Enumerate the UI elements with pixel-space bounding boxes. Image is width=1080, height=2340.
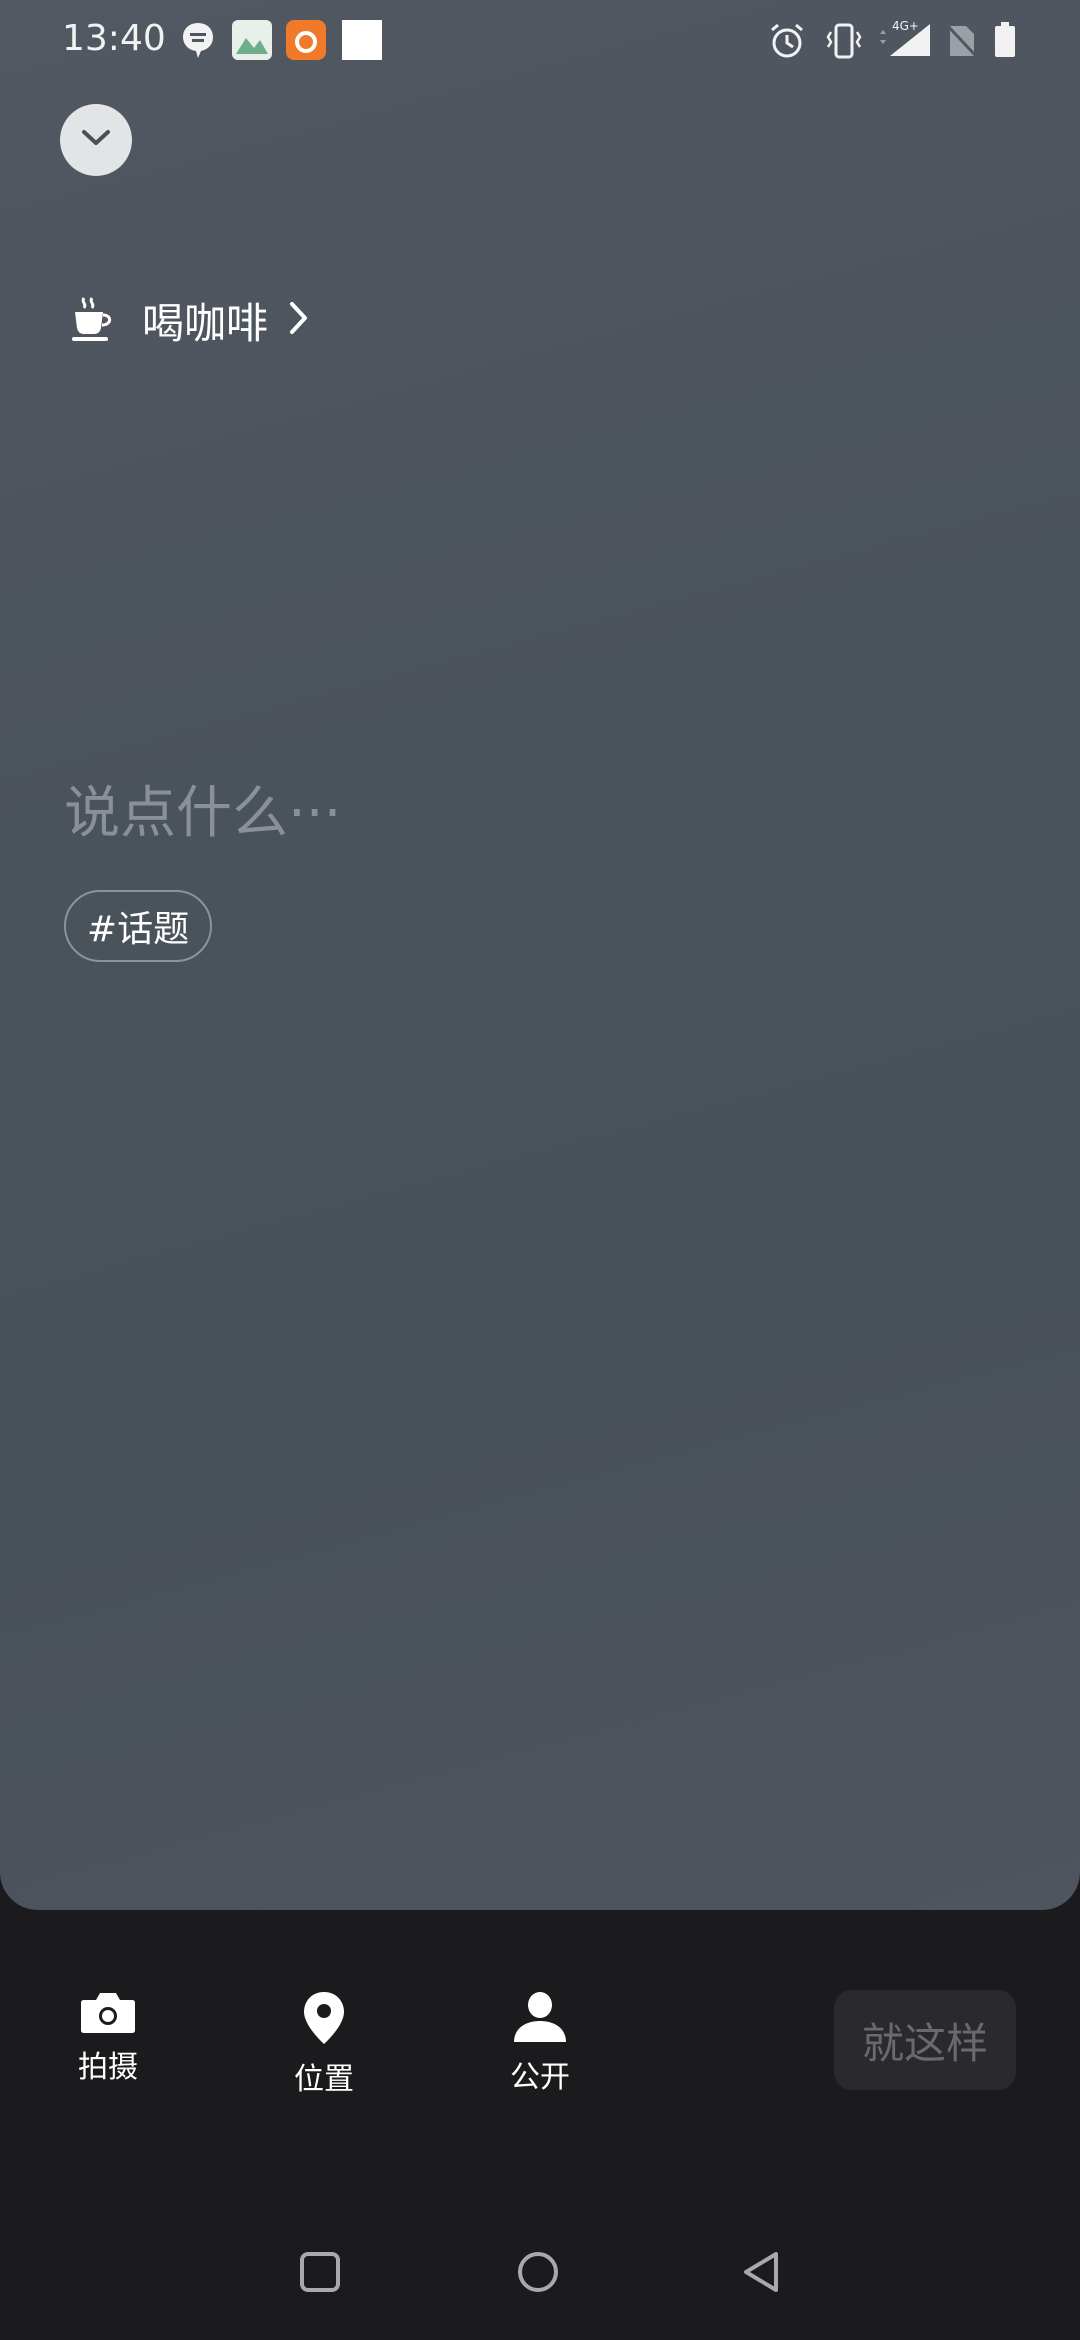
location-button[interactable]: 位置: [264, 1990, 384, 2098]
gallery-app-icon: [232, 20, 272, 64]
battery-icon: [994, 22, 1016, 62]
privacy-label: 公开: [510, 2060, 570, 2095]
location-pin-icon: [264, 1990, 384, 2046]
chevron-right-icon: [288, 300, 310, 340]
chevron-down-icon: [80, 128, 112, 152]
camera-icon: [48, 1990, 168, 2034]
mood-selector[interactable]: 喝咖啡: [72, 290, 310, 350]
topic-tag-button[interactable]: #话题: [64, 890, 212, 962]
message-icon: [180, 20, 216, 64]
signal-icon: 4G+: [876, 18, 932, 62]
status-bar: 13:40 4G+: [0, 0, 1080, 80]
uc-browser-icon: [286, 20, 326, 64]
system-nav-bar: [0, 2220, 1080, 2340]
post-text-input[interactable]: 说点什么···: [64, 768, 341, 849]
privacy-button[interactable]: 公开: [480, 1990, 600, 2096]
home-button[interactable]: [516, 2250, 560, 2298]
collapse-button[interactable]: [60, 104, 132, 176]
location-label: 位置: [294, 2062, 354, 2097]
submit-button[interactable]: 就这样: [834, 1990, 1016, 2090]
no-sim-icon: [944, 22, 978, 62]
camera-label: 拍摄: [78, 2050, 138, 2085]
camera-button[interactable]: 拍摄: [48, 1990, 168, 2086]
network-type-label: 4G+: [892, 19, 919, 33]
recent-apps-button[interactable]: [298, 2250, 342, 2298]
mood-label: 喝咖啡: [142, 298, 269, 348]
coffee-cup-icon: [72, 294, 116, 346]
vibrate-icon: [826, 22, 862, 64]
alarm-icon: [768, 22, 806, 64]
person-icon: [480, 1990, 600, 2044]
blank-notification-icon: [342, 20, 382, 64]
back-button[interactable]: [740, 2250, 784, 2298]
status-time: 13:40: [62, 18, 166, 59]
